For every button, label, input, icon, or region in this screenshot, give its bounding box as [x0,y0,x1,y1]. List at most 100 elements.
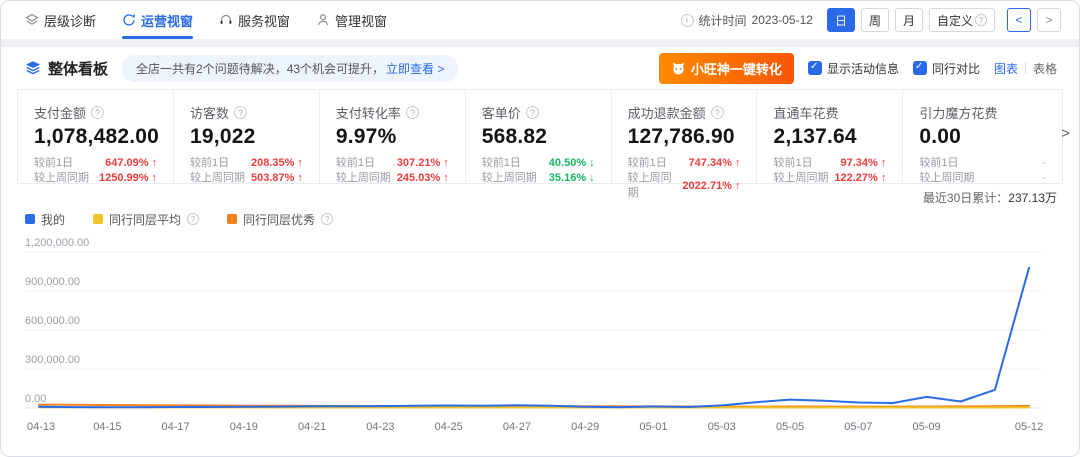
range-month-button[interactable]: 月 [895,8,923,32]
sync-arrows-icon [122,13,136,27]
view-toggle-chart[interactable]: 图表 [994,60,1018,77]
view-toggle: 图表 表格 [994,60,1057,77]
x-tick-label: 05-07 [844,421,872,433]
metric-value: 19,022 [190,125,305,149]
tab-level-diagnosis[interactable]: 层级诊断 [25,1,96,39]
range-custom-button[interactable]: 自定义 ? [929,8,995,32]
top-nav-bar: 层级诊断 运营视窗 服务视窗 管理视窗 i 统计时间 2023-05-12 日 … [1,1,1079,39]
metric-title: 成功退款金额 [628,103,706,122]
metric-card-avg-order-value[interactable]: 客单价? 568.82 较前1日40.50% 较上周同期35.16% [465,90,611,183]
x-tick-label: 04-19 [230,421,258,433]
compare-prev-day-label: 较前1日 [919,156,958,171]
board-header: 整体看板 全店一共有2个问题待解决，43个机会可提升， 立即查看 > 小旺神一键… [17,47,1063,89]
legend-swatch [227,214,237,224]
legend-item-peer-avg[interactable]: 同行同层平均 ? [93,211,199,228]
tab-label: 层级诊断 [44,11,96,30]
x-tick-label: 04-25 [435,421,463,433]
prev-date-button[interactable]: < [1007,8,1031,32]
dashboard-screen: 层级诊断 运营视窗 服务视窗 管理视窗 i 统计时间 2023-05-12 日 … [0,0,1080,457]
trend-chart[interactable]: 0.00300,000.00600,000.00900,000.001,200,… [25,232,1065,444]
chart-legend: 我的 同行同层平均 ? 同行同层优秀 ? [25,210,1063,228]
compare-prev-day-value: 647.09% [105,156,157,171]
compare-prev-day-value: 208.35% [251,156,303,171]
info-icon[interactable]: ? [321,213,333,225]
board-controls: 小旺神一键转化 显示活动信息 同行对比 图表 表格 [659,53,1057,84]
info-icon[interactable]: ? [91,106,104,119]
info-icon[interactable]: ? [711,106,724,119]
metric-card-visitors[interactable]: 访客数? 19,022 较前1日208.35% 较上周同期503.87% [173,90,319,183]
legend-label: 同行同层平均 [109,211,181,228]
info-icon[interactable]: ? [234,106,247,119]
range-week-button[interactable]: 周 [861,8,889,32]
view-now-link[interactable]: 立即查看 > [386,60,444,77]
compare-prev-day-label: 较前1日 [336,156,375,171]
compare-prev-day-value: 97.34% [841,156,887,171]
metric-value: 9.97% [336,125,451,149]
y-tick-label: 600,000.00 [25,315,80,327]
compare-prev-week-value: 2022.71% [682,179,740,194]
cat-badge-icon [671,61,686,76]
metric-title: 引力魔方花费 [919,103,997,122]
summary-label: 最近30日累计： [923,189,1008,206]
peer-compare-checkbox[interactable]: 同行对比 [913,60,980,77]
checkbox-label: 同行对比 [932,60,980,77]
metric-value: 1,078,482.00 [34,125,159,149]
x-tick-label: 05-05 [776,421,804,433]
tab-operation-view[interactable]: 运营视窗 [122,1,193,39]
next-date-button[interactable]: > [1037,8,1061,32]
info-icon[interactable]: ? [406,106,419,119]
section-divider [1,39,1079,47]
metric-title: 支付转化率 [336,103,401,122]
diamond-layers-icon [25,13,39,27]
legend-item-mine[interactable]: 我的 [25,211,65,228]
tab-label: 管理视窗 [335,11,387,30]
range-day-button[interactable]: 日 [827,8,855,32]
compare-prev-day-label: 较前1日 [190,156,229,171]
metric-card-refund-amount[interactable]: 成功退款金额? 127,786.90 较前1日747.34% 较上周同期2022… [611,90,757,183]
compare-prev-week-value: 35.16% [549,171,595,186]
metric-value: 0.00 [919,125,1048,149]
legend-item-peer-best[interactable]: 同行同层优秀 ? [227,211,333,228]
x-tick-label: 05-12 [1015,421,1043,433]
compare-prev-week-label: 较上周同期 [34,171,89,186]
board-title: 整体看板 [25,58,108,79]
x-tick-label: 04-13 [27,421,55,433]
metric-title: 客单价 [482,103,521,122]
x-tick-label: 04-23 [366,421,394,433]
y-tick-label: 1,200,000.00 [25,237,89,249]
x-tick-label: 04-29 [571,421,599,433]
tab-label: 服务视窗 [238,11,290,30]
checkbox-checked-icon [808,61,822,75]
info-icon[interactable]: i [681,14,694,27]
x-tick-label: 05-09 [913,421,941,433]
metric-cards-row: 支付金额? 1,078,482.00 较前1日647.09% 较上周同期1250… [17,89,1063,184]
y-tick-label: 300,000.00 [25,354,80,366]
info-icon[interactable]: ? [526,106,539,119]
compare-prev-day-label: 较前1日 [482,156,521,171]
one-click-convert-button[interactable]: 小旺神一键转化 [659,53,794,84]
thirty-day-summary: 最近30日累计： 237.13万 [17,186,1063,208]
show-activity-checkbox[interactable]: 显示活动信息 [808,60,899,77]
chevron-left-icon: < [1015,13,1022,27]
metric-value: 2,137.64 [773,125,888,149]
metric-card-ztc-cost[interactable]: 直通车花费 2,137.64 较前1日97.34% 较上周同期122.27% [756,90,902,183]
compare-prev-day-value: 747.34% [689,156,741,171]
metric-value: 127,786.90 [628,125,743,149]
compare-prev-day-value: 307.21% [397,156,449,171]
cards-more-chevron-icon[interactable]: > [1057,121,1074,146]
notice-pill: 全店一共有2个问题待解决，43个机会可提升， 立即查看 > [122,55,458,82]
tab-management-view[interactable]: 管理视窗 [316,1,387,39]
info-icon[interactable]: ? [187,213,199,225]
checkbox-label: 显示活动信息 [827,60,899,77]
metric-card-pay-amount[interactable]: 支付金额? 1,078,482.00 较前1日647.09% 较上周同期1250… [18,90,173,183]
trend-chart-area: 0.00300,000.00600,000.00900,000.001,200,… [25,232,1063,444]
person-icon [316,13,330,27]
compare-prev-week-label: 较上周同期 [190,171,245,186]
view-toggle-table[interactable]: 表格 [1033,60,1057,77]
convert-button-label: 小旺神一键转化 [691,59,782,78]
x-tick-label: 04-27 [503,421,531,433]
metric-card-ylmf-cost[interactable]: 引力魔方花费 0.00 较前1日- 较上周同期- [902,90,1062,183]
overall-board: 整体看板 全店一共有2个问题待解决，43个机会可提升， 立即查看 > 小旺神一键… [1,47,1079,444]
metric-card-conversion-rate[interactable]: 支付转化率? 9.97% 较前1日307.21% 较上周同期245.03% [319,90,465,183]
tab-service-view[interactable]: 服务视窗 [219,1,290,39]
